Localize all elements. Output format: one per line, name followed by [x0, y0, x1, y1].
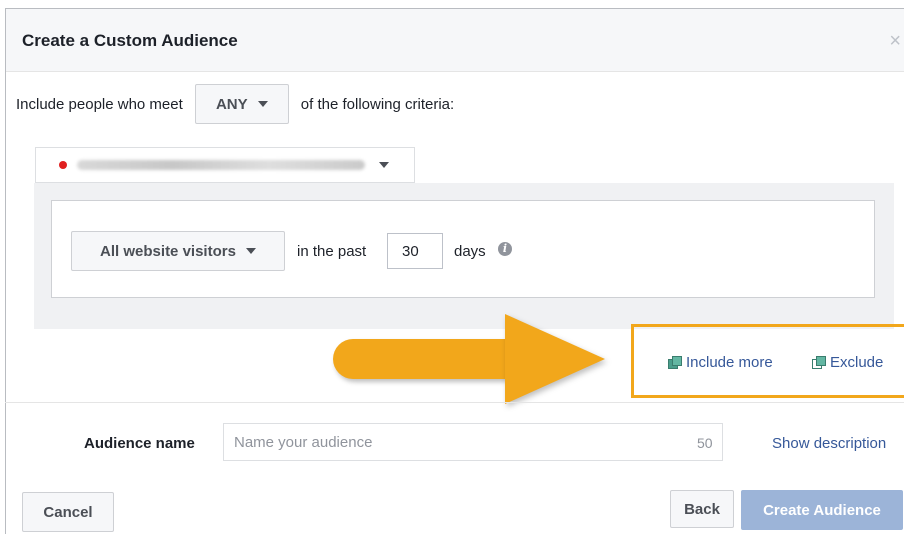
chevron-down-icon — [257, 101, 268, 107]
criteria-prefix: Include people who meet — [16, 95, 183, 113]
criteria-suffix: of the following criteria: — [300, 95, 455, 113]
arrow-annotation-shaft — [333, 339, 533, 379]
info-icon[interactable]: i — [498, 242, 512, 256]
cancel-button[interactable]: Cancel — [22, 492, 114, 532]
audience-name-label: Audience name — [84, 435, 195, 452]
days-input[interactable] — [387, 233, 443, 269]
character-count: 50 — [697, 435, 713, 451]
audience-name-input[interactable] — [223, 423, 723, 461]
pixel-name-redacted — [77, 160, 365, 170]
event-value: All website visitors — [100, 242, 236, 260]
match-type-value: ANY — [215, 95, 248, 113]
chevron-down-icon — [245, 248, 256, 254]
in-the-past-label: in the past — [297, 243, 367, 260]
close-icon[interactable]: × — [889, 31, 901, 51]
section-divider — [5, 402, 904, 403]
rule-container: All website visitors in the past days i — [34, 183, 894, 329]
back-button[interactable]: Back — [670, 490, 734, 528]
pixel-dropdown[interactable] — [35, 147, 415, 183]
show-description-link[interactable]: Show description — [772, 435, 886, 452]
red-dot-icon — [59, 161, 67, 169]
exclude-link[interactable]: Exclude — [812, 354, 883, 371]
match-type-dropdown[interactable]: ANY — [194, 84, 289, 124]
exclude-label: Exclude — [830, 354, 884, 371]
dialog-title: Create a Custom Audience — [22, 31, 238, 50]
arrow-annotation-head — [505, 314, 605, 404]
include-more-link[interactable]: Include more — [668, 354, 773, 371]
event-dropdown[interactable]: All website visitors — [71, 231, 285, 271]
chevron-down-icon — [379, 162, 389, 168]
rule-card: All website visitors in the past days i — [51, 200, 875, 298]
create-audience-button[interactable]: Create Audience — [741, 490, 903, 530]
days-label: days — [454, 243, 486, 260]
dialog-header: Create a Custom Audience × — [6, 9, 904, 72]
copy-squares-icon — [668, 355, 682, 370]
include-more-label: Include more — [686, 354, 773, 371]
criteria-line: Include people who meet ANY of the follo… — [16, 84, 455, 124]
copy-squares-outline-icon — [812, 355, 826, 370]
